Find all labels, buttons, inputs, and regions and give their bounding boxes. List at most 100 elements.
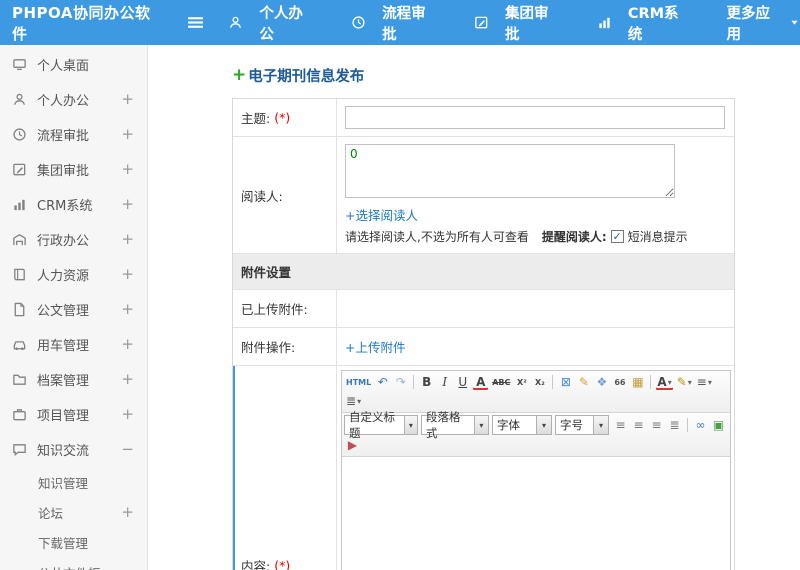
expand-toggle[interactable]: + [121,162,134,177]
align-right-button[interactable]: ≡ [648,416,665,434]
readers-note: 请选择阅读人,不选为所有人可查看 [345,230,529,244]
sidebar-item-workflow-approval[interactable]: 流程审批 + [0,117,147,152]
menu-toggle-icon[interactable] [187,14,204,31]
sidebar-item-label: 个人桌面 [37,59,90,74]
font-color-dropdown[interactable]: A ▾ [655,373,673,391]
nav-label: 集团审批 [504,5,549,43]
publish-form: 主题: (*) 阅读人: 0 +选择阅读人 请选择阅读人,不选为所有人可查看 提… [232,98,735,570]
sidebar-item-document-management[interactable]: 公文管理 + [0,292,147,327]
attachment-section-header: 附件设置 [233,253,734,289]
expand-toggle[interactable]: + [121,337,134,352]
briefcase-icon [12,407,28,422]
fill-color-button[interactable]: ❖ [593,373,610,391]
edit-icon [12,162,28,177]
blockquote-button[interactable]: 66 [611,373,628,391]
clock-icon [12,127,28,142]
expand-toggle[interactable]: + [121,92,134,107]
superscript-button[interactable]: X² [513,373,530,391]
expand-toggle[interactable]: + [121,127,134,142]
nav-more-apps[interactable]: 更多应用 [726,2,800,44]
editor-content-area[interactable] [342,457,730,570]
sidebar-subitem-knowledge-management[interactable]: 知识管理 [0,467,147,497]
nav-label: CRM系统 [627,5,679,43]
sidebar-item-crm-system[interactable]: CRM系统 + [0,187,147,222]
html-source-button[interactable]: HTML [344,373,373,391]
font-size-select[interactable]: 字号 ▾ [555,415,609,435]
sidebar-subitem-download-management[interactable]: 下载管理 [0,527,147,557]
upload-attachment-link[interactable]: +上传附件 [345,337,405,356]
sidebar-subitem-public-file-cabinet[interactable]: 公共文件柜 [0,557,147,570]
select-value: 字体 [497,418,520,432]
nav-crm-system[interactable]: CRM系统 [597,2,689,44]
sidebar-item-archive-management[interactable]: 档案管理 + [0,362,147,397]
align-left-button[interactable]: ≡ [612,416,629,434]
sidebar-item-knowledge-exchange[interactable]: 知识交流 − [0,432,147,467]
link-button[interactable]: ∞ [692,416,709,434]
nav-personal-office[interactable]: 个人办公 [228,2,313,44]
eraser-button[interactable]: ⊠ [557,373,574,391]
format-painter-button[interactable]: ✎ [575,373,592,391]
underline-button[interactable]: U [454,373,471,391]
attachment-ops-label: 附件操作: [233,328,337,365]
sidebar-item-label: 用车管理 [37,339,90,354]
sidebar-item-admin-office[interactable]: 行政办公 + [0,222,147,257]
strikethrough-button[interactable]: ABC [490,373,512,391]
media-button[interactable]: ▶ [344,436,361,454]
nav-group-approval[interactable]: 集团审批 [474,2,559,44]
chevron-down-icon: ▾ [536,416,551,434]
expand-toggle[interactable]: + [121,407,134,422]
sidebar-subitem-forum[interactable]: 论坛 + [0,497,147,527]
align-center-button[interactable]: ≡ [630,416,647,434]
sidebar-item-vehicle-management[interactable]: 用车管理 + [0,327,147,362]
sidebar-item-human-resources[interactable]: 人力资源 + [0,257,147,292]
expand-toggle[interactable]: + [121,302,134,317]
subject-input[interactable] [345,106,725,129]
sidebar-item-label: 流程审批 [37,129,90,144]
nav-workflow-approval[interactable]: 流程审批 [351,2,436,44]
align-justify-button[interactable]: ≣ [666,416,683,434]
expand-toggle[interactable]: + [121,267,134,282]
paragraph-format-select[interactable]: 段落格式 ▾ [421,410,489,440]
sidebar: 个人桌面 个人办公 + 流程审批 + 集团审批 + CRM系统 + 行政办公 + [0,45,148,570]
clock-icon [351,15,366,30]
numbered-list-dropdown[interactable]: ≣ ▾ [344,392,363,410]
expand-toggle[interactable]: + [121,504,134,520]
dropdown-caret-icon: ▾ [667,377,672,387]
heading-style-select[interactable]: 自定义标题 ▾ [344,410,418,440]
italic-button[interactable]: I [436,373,453,391]
undo-button[interactable]: ↶ [374,373,391,391]
expand-toggle[interactable]: + [121,232,134,247]
sidebar-item-group-approval[interactable]: 集团审批 + [0,152,147,187]
dropdown-caret-icon: ▾ [357,396,362,406]
sidebar-item-project-management[interactable]: 项目管理 + [0,397,147,432]
page-title-text: 电子期刊信息发布 [248,69,365,85]
editor-toolbar-row1: HTML ↶ ↷ B I U A ABC X² X₂ ⊠ ✎ ❖ 66 ▦ A ▾ ✎ ▾ ≡ ▾ ≣ ▾ [342,371,730,413]
sidebar-item-label: 人力资源 [37,269,90,284]
sidebar-item-personal-office[interactable]: 个人办公 + [0,82,147,117]
highlight-color-dropdown[interactable]: ✎ ▾ [675,373,694,391]
toolbar-separator [650,375,652,389]
redo-button[interactable]: ↷ [392,373,409,391]
choose-readers-link[interactable]: +选择阅读人 [345,208,418,223]
sms-checkbox[interactable]: ✓ [610,230,624,243]
sidebar-item-personal-desktop[interactable]: 个人桌面 [0,47,147,82]
chevron-down-icon [789,17,800,28]
select-value: 字号 [560,418,583,432]
sidebar-item-label: 个人办公 [37,94,90,109]
sidebar-item-label: 行政办公 [37,234,90,249]
font-family-select[interactable]: 字体 ▾ [492,415,552,435]
bold-button[interactable]: B [418,373,435,391]
expand-toggle[interactable]: + [121,372,134,387]
bullet-list-dropdown[interactable]: ≡ ▾ [695,373,714,391]
forecolor-button[interactable]: A [472,373,489,391]
building-icon [12,232,28,247]
app-logo: PHPOA协同办公软件 [12,3,151,43]
insert-date-button[interactable]: ▦ [629,373,646,391]
expand-toggle[interactable]: + [121,197,134,212]
readers-textarea[interactable]: 0 [345,144,675,198]
sidebar-subitem-label: 知识管理 [38,475,89,491]
collapse-toggle[interactable]: − [121,442,134,457]
image-button[interactable]: ▣ [710,416,727,434]
subscript-button[interactable]: X₂ [531,373,548,391]
toolbar-separator [552,375,554,389]
